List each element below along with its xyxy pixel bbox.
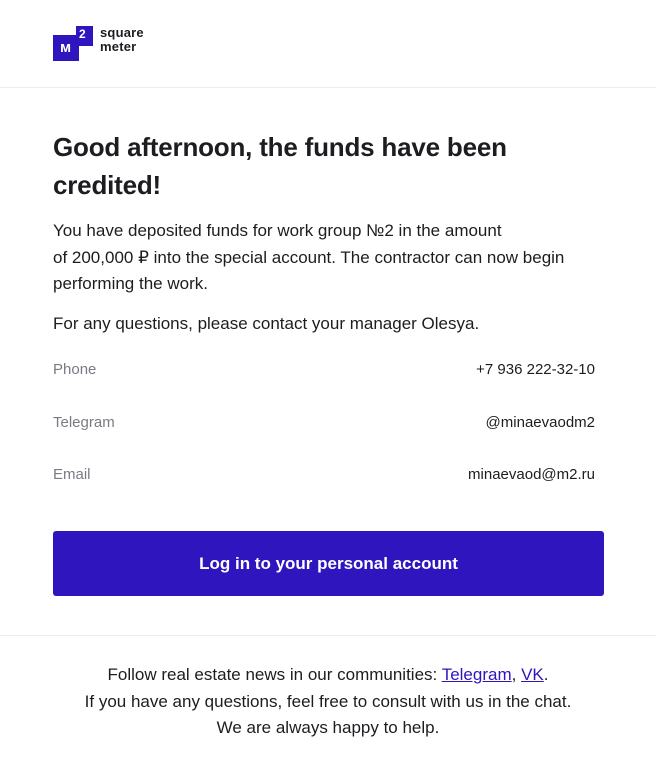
deposit-line3: performing the work. (53, 274, 208, 293)
telegram-value[interactable]: @minaevaodm2 (486, 413, 604, 433)
logo-mark-letter: м (60, 39, 72, 56)
deposit-line2: of 200,000 ₽ into the special account. T… (53, 247, 565, 267)
message-title: Good afternoon, the funds have been cred… (53, 128, 604, 204)
m2-logo-icon: м 2 (53, 26, 93, 61)
footer-separator: , (511, 665, 522, 684)
email-footer: Follow real estate news in our communiti… (0, 662, 656, 742)
vk-link[interactable]: VK (521, 665, 544, 684)
footer-period: . (543, 665, 549, 684)
contact-manager-paragraph: For any questions, please contact your m… (53, 313, 480, 333)
contact-list: Phone +7 936 222-32-10 Telegram @minaeva… (53, 360, 604, 518)
brand-logo[interactable]: м 2 square meter (53, 26, 144, 61)
message-body: Good afternoon, the funds have been cred… (53, 128, 604, 518)
contact-label: Phone (53, 361, 97, 378)
contact-label: Email (53, 466, 91, 483)
footer-divider (0, 635, 656, 636)
logo-mark-superscript: 2 (79, 27, 86, 41)
email-header: м 2 square meter (0, 0, 656, 88)
title-line1: Good afternoon, the funds have been (53, 132, 507, 162)
deposit-line1: You have deposited funds for work group … (53, 221, 502, 240)
telegram-link[interactable]: Telegram (442, 665, 512, 684)
brand-name-line1: square (100, 25, 144, 40)
footer-line3: We are always happy to help. (216, 718, 440, 737)
footer-line1: Follow real estate news in our communiti… (0, 662, 656, 689)
contact-row-phone: Phone +7 936 222-32-10 (53, 360, 604, 413)
brand-name: square meter (100, 26, 144, 54)
brand-name-line2: meter (100, 39, 137, 54)
deposit-paragraph: You have deposited funds for work group … (53, 218, 604, 298)
contact-row-email: Email minaevaod@m2.ru (53, 465, 604, 518)
personal-account-login-button[interactable]: Log in to your personal account (53, 531, 604, 596)
title-line2: credited! (53, 170, 162, 200)
footer-line2: If you have any questions, feel free to … (84, 691, 572, 711)
contact-label: Telegram (53, 413, 115, 431)
email-value[interactable]: minaevaod@m2.ru (468, 465, 604, 485)
footer-communities-text: Follow real estate news in our communiti… (107, 665, 442, 684)
phone-value[interactable]: +7 936 222-32-10 (476, 360, 604, 380)
contact-row-telegram: Telegram @minaevaodm2 (53, 413, 604, 466)
